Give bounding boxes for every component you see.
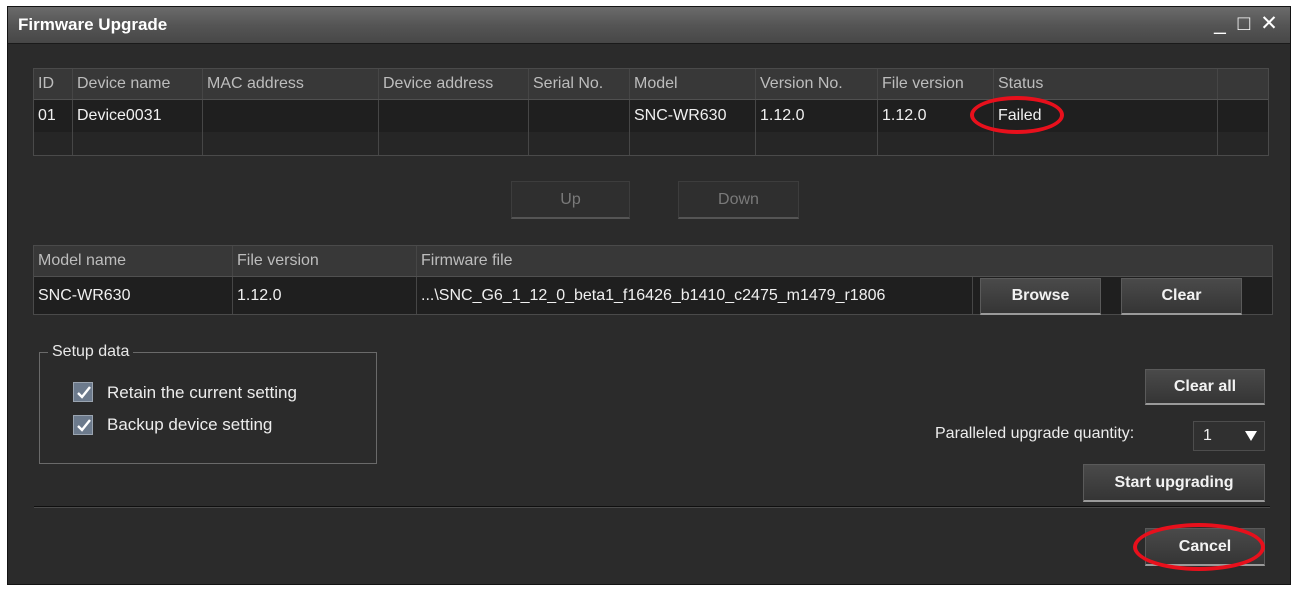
device-table: ID Device name MAC address Device addres…	[33, 68, 1269, 156]
cell-firmware-file: ...\SNC_G6_1_12_0_beta1_f16426_b1410_c24…	[417, 277, 973, 314]
table-empty-row	[34, 132, 1268, 155]
column-header-model-name[interactable]: Model name	[34, 246, 233, 276]
cell-device-address	[379, 100, 529, 132]
title-bar: Firmware Upgrade _ □ ✕	[8, 7, 1290, 44]
close-icon[interactable]: ✕	[1258, 12, 1280, 36]
column-header-device-name[interactable]: Device name	[73, 69, 203, 99]
setup-data-legend: Setup data	[48, 343, 134, 361]
table-row[interactable]: 01 Device0031 SNC-WR630 1.12.0 1.12.0 Fa…	[34, 100, 1268, 132]
empty-cell	[529, 132, 630, 155]
maximize-icon[interactable]: □	[1233, 12, 1255, 36]
separator	[34, 506, 1270, 508]
column-header-serial-no[interactable]: Serial No.	[529, 69, 630, 99]
checkmark-icon	[77, 419, 91, 432]
parallel-quantity-select[interactable]: 1	[1193, 421, 1265, 451]
empty-cell	[878, 132, 994, 155]
cell-filler	[1218, 100, 1268, 132]
empty-cell	[34, 132, 73, 155]
cell-model: SNC-WR630	[630, 100, 756, 132]
column-header-id[interactable]: ID	[34, 69, 73, 99]
clear-all-button[interactable]: Clear all	[1145, 369, 1265, 405]
column-header-file-version[interactable]: File version	[233, 246, 417, 276]
checkmark-icon	[77, 386, 91, 399]
up-button[interactable]: Up	[511, 181, 630, 219]
cell-id: 01	[34, 100, 73, 132]
chevron-down-icon[interactable]	[1238, 422, 1264, 450]
cell-device-name: Device0031	[73, 100, 203, 132]
cell-serial-no	[529, 100, 630, 132]
empty-cell	[203, 132, 379, 155]
firmware-upgrade-window: Firmware Upgrade _ □ ✕ ID Device name MA…	[7, 6, 1291, 585]
empty-cell	[994, 132, 1218, 155]
empty-cell	[630, 132, 756, 155]
column-header-mac-address[interactable]: MAC address	[203, 69, 379, 99]
empty-cell	[379, 132, 529, 155]
minimize-icon[interactable]: _	[1209, 12, 1231, 36]
column-header-firmware-file[interactable]: Firmware file	[417, 246, 1272, 276]
backup-setting-checkbox[interactable]	[73, 415, 93, 435]
setup-data-group	[39, 352, 377, 464]
cell-version-no: 1.12.0	[756, 100, 878, 132]
parallel-quantity-value: 1	[1203, 427, 1212, 444]
backup-setting-label[interactable]: Backup device setting	[107, 415, 272, 435]
empty-cell	[756, 132, 878, 155]
cancel-button[interactable]: Cancel	[1145, 528, 1265, 566]
column-header-status[interactable]: Status	[994, 69, 1218, 99]
column-header-version-no[interactable]: Version No.	[756, 69, 878, 99]
column-header-model[interactable]: Model	[630, 69, 756, 99]
down-button[interactable]: Down	[678, 181, 799, 219]
window-title: Firmware Upgrade	[18, 15, 168, 34]
cell-file-version: 1.12.0	[878, 100, 994, 132]
retain-setting-label[interactable]: Retain the current setting	[107, 383, 297, 403]
parallel-quantity-label: Paralleled upgrade quantity:	[935, 425, 1135, 442]
device-table-header: ID Device name MAC address Device addres…	[34, 69, 1268, 100]
start-upgrading-button[interactable]: Start upgrading	[1083, 464, 1265, 502]
browse-button[interactable]: Browse	[980, 278, 1101, 315]
column-header-filler	[1218, 69, 1268, 99]
empty-cell	[73, 132, 203, 155]
retain-setting-checkbox[interactable]	[73, 382, 93, 402]
column-header-file-version[interactable]: File version	[878, 69, 994, 99]
clear-button[interactable]: Clear	[1121, 278, 1242, 315]
cell-status: Failed	[994, 100, 1218, 132]
column-header-device-address[interactable]: Device address	[379, 69, 529, 99]
cell-mac-address	[203, 100, 379, 132]
firmware-table-header: Model name File version Firmware file	[34, 246, 1272, 277]
cell-model-name: SNC-WR630	[34, 277, 233, 314]
cell-file-version: 1.12.0	[233, 277, 417, 314]
